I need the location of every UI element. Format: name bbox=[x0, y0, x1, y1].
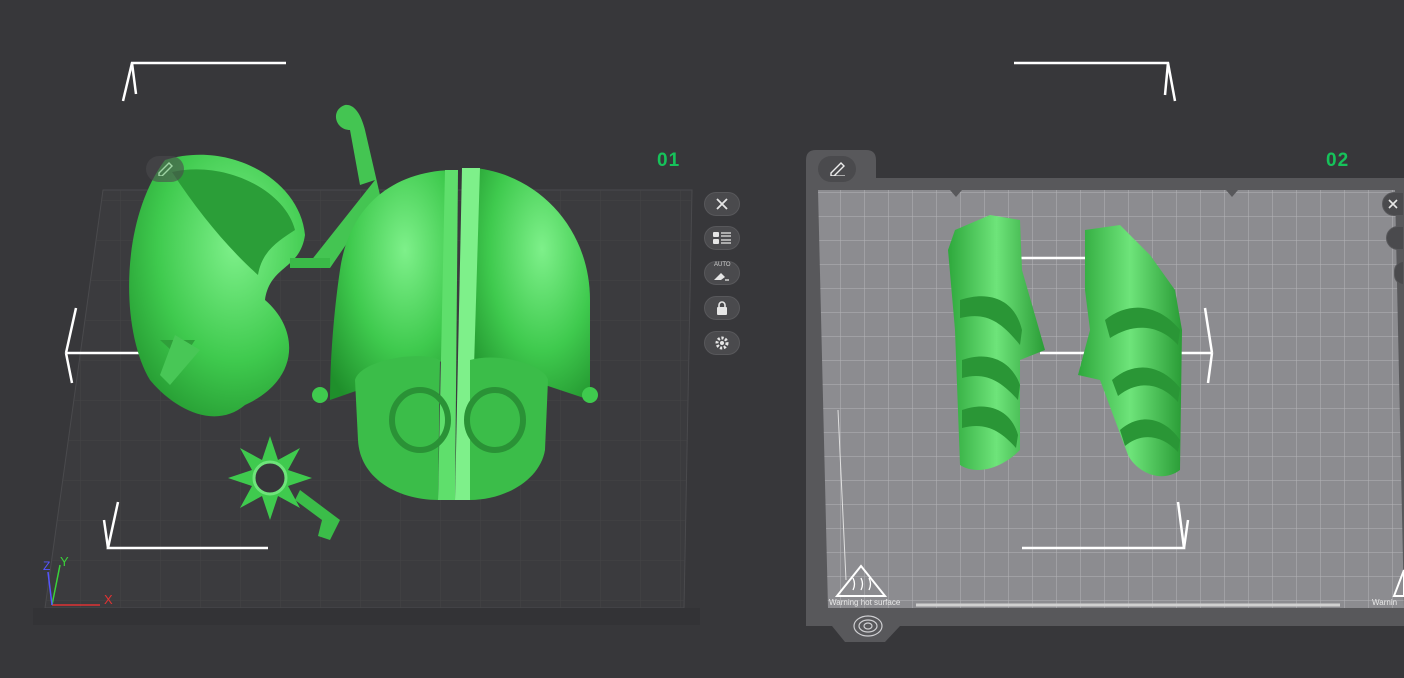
pencil-icon bbox=[830, 162, 845, 176]
warning-text: Warning hot surface bbox=[829, 598, 901, 607]
y-axis-label: Y bbox=[60, 554, 69, 569]
list-icon bbox=[713, 232, 731, 244]
plate-1-close-button[interactable] bbox=[704, 192, 740, 216]
plate-2-auto-orient-button[interactable] bbox=[1394, 261, 1404, 285]
plate-1-auto-orient-button[interactable]: AUTO bbox=[704, 261, 740, 285]
auto-orient-icon bbox=[714, 273, 729, 281]
plate-2-number: 02 bbox=[1326, 150, 1350, 171]
plate-1-list-button[interactable] bbox=[704, 226, 740, 250]
plate-2-edit-button[interactable] bbox=[818, 156, 856, 182]
close-icon bbox=[716, 198, 728, 210]
plate-1-edit-button[interactable] bbox=[146, 156, 184, 182]
plate-1-lock-button[interactable] bbox=[704, 296, 740, 320]
plate-2-list-button[interactable] bbox=[1386, 226, 1404, 250]
close-icon bbox=[1388, 199, 1398, 209]
x-axis-label: X bbox=[104, 592, 113, 607]
z-axis-label: Z bbox=[43, 559, 51, 573]
pencil-icon bbox=[158, 162, 173, 176]
viewport-scene[interactable] bbox=[0, 0, 1404, 678]
plate-1-number: 01 bbox=[657, 150, 681, 171]
warning-text-right: Warnin bbox=[1372, 598, 1398, 607]
plate-2-close-button[interactable] bbox=[1382, 192, 1404, 216]
auto-badge: AUTO bbox=[714, 262, 731, 268]
plate-2-bed bbox=[806, 150, 1404, 642]
plate-1-settings-button[interactable] bbox=[704, 331, 740, 355]
lock-icon bbox=[717, 301, 727, 315]
gear-icon bbox=[715, 336, 729, 350]
